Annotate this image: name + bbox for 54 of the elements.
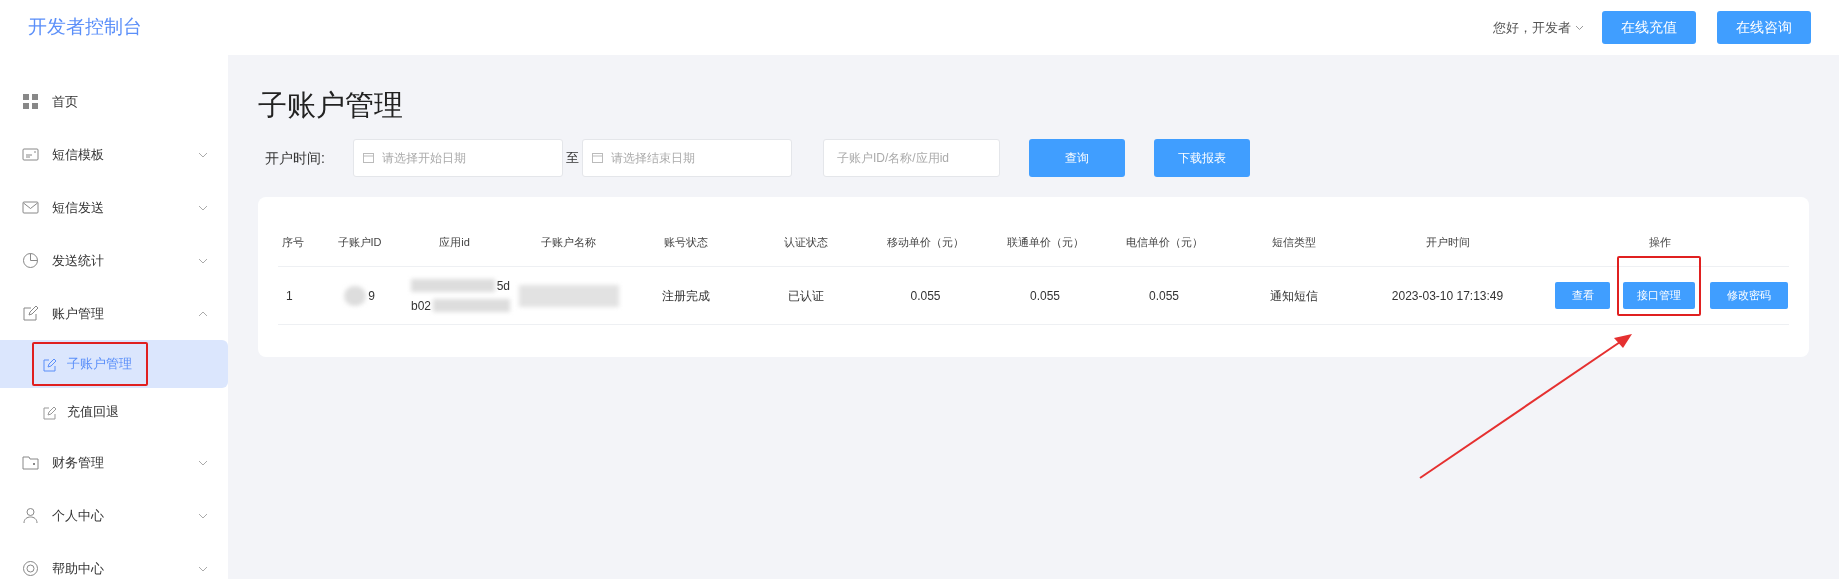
table-cell-text: 注册完成: [661, 287, 711, 305]
table-cell-text: 1: [285, 287, 294, 305]
menu-item[interactable]: 个人中心: [52, 505, 104, 526]
column-header: 操作: [1648, 235, 1672, 251]
envelope-icon: [22, 199, 39, 216]
submenu-item[interactable]: 充值回退: [0, 388, 228, 436]
column-header: 子账户名称: [540, 235, 597, 251]
user-icon: [22, 507, 39, 524]
edit-icon: [42, 404, 57, 420]
menu-item[interactable]: 发送统计: [52, 250, 104, 271]
column-header: 序号: [281, 235, 305, 251]
table-cell-text: 0.055: [1148, 287, 1180, 305]
table-cell-text: 9: [368, 287, 375, 305]
grid-icon: [22, 93, 39, 110]
table-cell-text: 通知短信: [1269, 287, 1319, 305]
help-icon: [22, 560, 39, 577]
message-card-icon: [22, 146, 39, 163]
table-cell-text: b02: [411, 297, 432, 315]
calendar-icon: [592, 152, 603, 163]
menu-item[interactable]: 短信模板: [52, 144, 104, 165]
calendar-icon: [363, 152, 374, 163]
blurred-text: [344, 285, 367, 306]
page-title: 子账户管理: [258, 88, 404, 123]
date-field[interactable]: 请选择结束日期: [582, 139, 792, 177]
edit-icon: [42, 356, 57, 372]
column-header: 子账户ID: [336, 235, 383, 251]
app-title: 开发者控制台: [28, 15, 142, 40]
table-cell-text: 0.055: [1029, 287, 1061, 305]
menu-item[interactable]: 财务管理: [52, 452, 104, 473]
column-header: 开户时间: [1424, 235, 1471, 251]
table-cell-text: 0.055: [909, 287, 942, 305]
table-cell-text: 5d: [496, 277, 510, 295]
column-header: 账号状态: [663, 235, 709, 251]
search-field[interactable]: 子账户ID/名称/应用id: [823, 139, 1000, 177]
menu-item[interactable]: 账户管理: [52, 303, 104, 324]
column-header: 联通单价（元）: [1005, 235, 1085, 251]
table-cell-text: 2023-03-10 17:13:49: [1390, 287, 1505, 305]
column-header: 移动单价（元）: [886, 235, 965, 251]
folder-icon: [22, 454, 39, 471]
menu-item[interactable]: 短信发送: [52, 197, 104, 218]
range-separator: 至: [565, 149, 580, 168]
pie-chart-icon: [22, 252, 39, 269]
chevron-down-icon: [1575, 24, 1584, 31]
column-header: 短信类型: [1271, 235, 1317, 251]
column-header: 应用id: [438, 235, 471, 251]
menu-item[interactable]: 帮助中心: [52, 558, 104, 579]
edit-icon: [22, 305, 39, 322]
date-field[interactable]: 请选择开始日期: [353, 139, 563, 177]
column-header: 电信单价（元）: [1124, 235, 1204, 251]
user-greeting[interactable]: 您好，开发者: [1493, 17, 1571, 38]
menu-item[interactable]: 首页: [52, 91, 78, 112]
filter-label: 开户时间:: [265, 148, 326, 168]
column-header: 认证状态: [782, 235, 829, 251]
table-cell-text: 已认证: [786, 287, 825, 305]
